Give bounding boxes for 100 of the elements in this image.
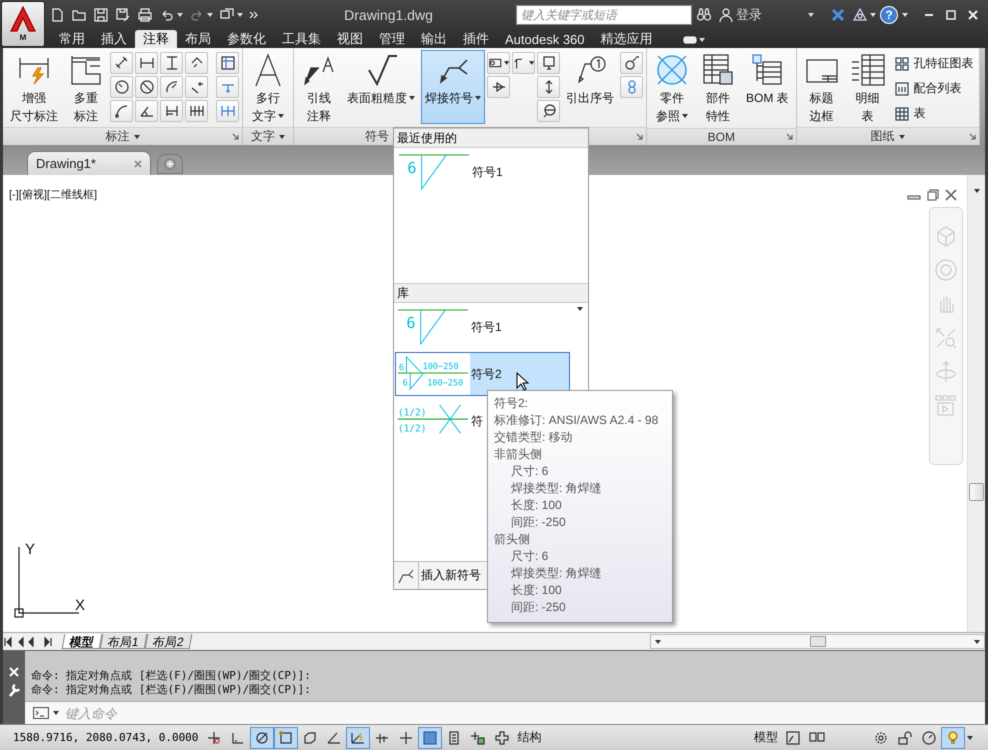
caret-icon [177,13,183,17]
ribbon-tab[interactable]: 精选应用 [592,30,661,48]
vertical-scrollbar[interactable] [967,175,985,632]
list-tool-button[interactable]: 孔特征图表 [892,52,976,75]
ribbon-tab[interactable]: 注释 [135,30,177,48]
ribbon-tab[interactable]: Autodesk 360 [497,30,593,48]
status-toggle[interactable] [346,726,370,748]
constraint-icon [206,730,222,746]
radius-icon [114,79,130,95]
status-toggle[interactable] [274,726,298,748]
viewport-label[interactable]: [-][俯视][二维线框] [9,187,97,202]
layout-icon [785,730,801,746]
multiline-text-button[interactable]: 多行 文字 [246,50,290,126]
transparency-icon [422,730,438,746]
multi-dimension-button[interactable]: 多重 标注 [64,50,108,126]
plus-icon [398,730,414,746]
ribbon-tab[interactable]: 工具集 [274,30,329,48]
ribbon-tool-button[interactable] [620,52,643,74]
tooltip-line: 尺寸: 6 [510,463,550,480]
weld-length-text: 100−250 [427,378,464,388]
weld-symbol-drawing [398,154,470,191]
help-button[interactable]: ? [880,6,898,24]
ribbon-tab[interactable]: 管理 [371,30,413,48]
list-tool-button[interactable]: 配合列表 [892,77,976,100]
ribbon-tool-button[interactable] [487,52,510,74]
ribbon-tool-button[interactable] [185,100,208,122]
title-block-button[interactable]: 标题 边框 [800,50,844,126]
sign-in-button[interactable]: 登录 [716,4,764,26]
ribbon-tab[interactable]: 参数化 [219,30,274,48]
insert-symbol-button[interactable]: 插入新符号 [419,567,483,584]
command-line: 命令: 指定对角点或 [栏选(F)/圈围(WP)/圈交(CP)]: [31,669,312,683]
dialog-launcher-icon[interactable] [968,133,976,140]
viewport-close-button[interactable] [945,189,957,201]
search-field[interactable]: 键入关键字或短语 [516,5,692,25]
ribbon-tool-button[interactable] [160,100,183,122]
caret-icon [655,640,662,644]
part-reference-button[interactable]: 零件 参照 [650,50,694,126]
layout-tab[interactable]: 模型 [62,634,102,649]
weld-size-text: 6 [407,158,417,177]
layout-tab[interactable]: 布局1 [100,634,147,649]
dialog-launcher-icon[interactable] [636,133,643,140]
ribbon-tool-button[interactable] [135,100,158,122]
ribbon-tab[interactable]: 插入 [93,30,135,48]
surface-roughness-button[interactable]: 表面粗糙度 [343,50,419,124]
ribbon-tab[interactable]: 常用 [51,30,93,48]
panel-title: BOM [708,130,736,144]
application-menu-button[interactable]: M [1,1,45,47]
ribbon-tool-button[interactable] [537,76,560,98]
caret-icon [698,38,705,42]
part-properties-button[interactable]: 部件 特性 [696,50,740,126]
continue-dimension-icon [188,103,204,119]
ribbon-tool-button[interactable] [512,52,535,74]
ribbon-tool-button[interactable] [110,76,133,98]
window-title: Drawing1.dwg [343,7,434,23]
tooltip-line: 间距: -250 [510,514,567,531]
parts-list-button[interactable]: 明细 表 [846,50,890,126]
dialog-launcher-icon[interactable] [232,133,239,140]
command-input[interactable]: 键入命令 [63,704,467,722]
ribbon-tab[interactable]: 输出 [413,30,455,48]
ribbon-tool-button[interactable] [216,52,239,74]
weld-size-text: 6 [406,314,416,332]
ribbon-tool-button[interactable] [160,52,183,74]
ribbon-tool-button[interactable] [537,52,560,74]
viewport-restore-button[interactable] [927,189,939,201]
symbol-item[interactable]: 6 100−250 6 100−250 符号2 [395,352,570,396]
ribbon-tool-button[interactable] [537,100,560,122]
x-logo-icon [830,7,846,23]
settings-icon [873,730,889,746]
new-tab-button[interactable] [157,154,183,174]
file-tab[interactable]: Drawing1* [27,151,151,175]
scroll-thumb[interactable] [810,636,826,647]
balloon-button[interactable]: 引出序号 [562,50,618,124]
model-space-button[interactable]: 模型 [751,726,781,748]
orbit-icon [934,360,958,384]
ribbon-tool-button[interactable] [135,76,158,98]
horizontal-scrollbar[interactable] [650,634,985,649]
ribbon-tab[interactable]: 视图 [329,30,371,48]
leader-button[interactable]: 引线 注释 [297,50,341,126]
weld-size-text: 6 [398,363,404,374]
structure-toggle[interactable]: 结构 [514,726,544,748]
ribbon-tab[interactable]: 布局 [177,30,219,48]
smart-dimension-button[interactable]: 增强 尺寸标注 [6,50,62,126]
ribbon-tool-button[interactable] [185,52,208,74]
ribbon-tool-button[interactable] [487,76,510,98]
ribbon-tool-button[interactable] [185,76,208,98]
ribbon-tool-button[interactable] [110,52,133,74]
status-toggle[interactable] [250,726,274,748]
layout-tab[interactable]: 布局2 [144,634,192,649]
weld-symbol-button[interactable]: 焊接符号 [421,50,485,124]
ribbon-tool-button[interactable] [110,100,133,122]
scroll-thumb[interactable] [969,483,984,501]
caret-icon [504,61,509,65]
ribbon-tool-button[interactable] [160,76,183,98]
ribbon-tool-button[interactable] [135,52,158,74]
command-field[interactable]: 键入命令 [25,701,985,724]
ribbon-tab[interactable]: 插件 [455,30,497,48]
status-toggle[interactable] [418,726,442,748]
list-tool-button[interactable]: 表 [892,102,976,125]
dialog-launcher-icon[interactable] [786,133,793,140]
bom-table-button[interactable]: BOM 表 [742,50,793,124]
